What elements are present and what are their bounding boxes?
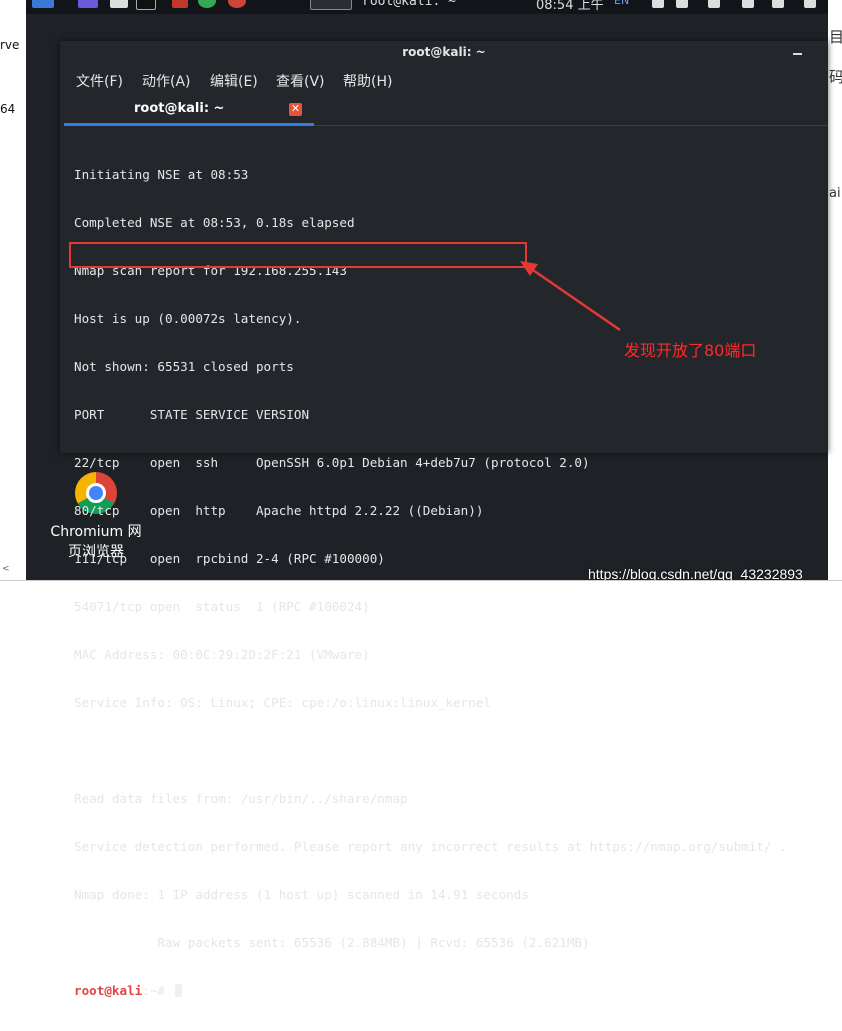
prompt-user: root@kali — [74, 983, 143, 998]
annotation-arrow — [520, 261, 621, 332]
output-line: MAC Address: 00:0C:29:2D:2F:21 (VMware) — [74, 647, 370, 662]
output-line: Service Info: OS: Linux; CPE: cpe:/o:lin… — [74, 695, 492, 710]
host-taskbar-strip — [0, 580, 842, 595]
text-cursor — [174, 984, 182, 997]
shell-prompt[interactable]: root@kali:~# — [74, 983, 824, 999]
output-line: Nmap done: 1 IP address (1 host up) scan… — [74, 887, 529, 902]
output-line: Service detection performed. Please repo… — [74, 839, 787, 854]
output-line: Raw packets sent: 65536 (2.884MB) | Rcvd… — [74, 935, 590, 950]
prompt-path: :~# — [142, 983, 173, 998]
output-line: Read data files from: /usr/bin/../share/… — [74, 791, 408, 806]
annotation-text: 发现开放了80端口 — [624, 341, 757, 360]
output-line: 54071/tcp open status 1 (RPC #100024) — [74, 599, 370, 614]
